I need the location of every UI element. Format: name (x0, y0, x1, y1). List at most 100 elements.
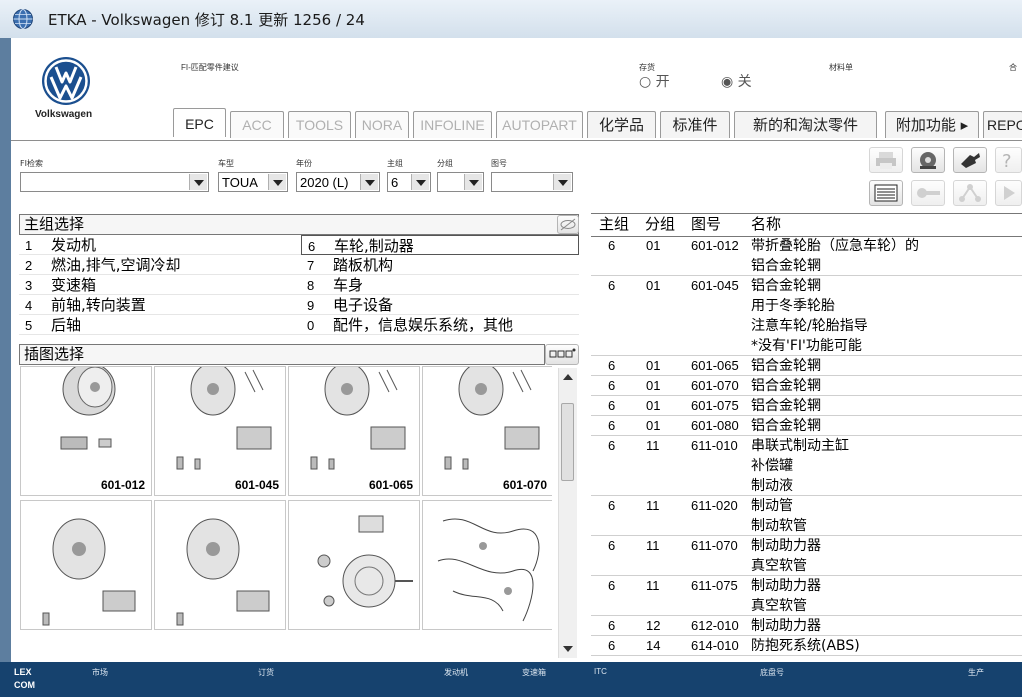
parts-row[interactable]: 6 14 614-010 防抱死系统(ABS) (591, 636, 1022, 656)
main-group-item-2[interactable]: 2 燃油,排气,空调冷却 (19, 255, 301, 275)
illustration-thumb-6[interactable] (154, 500, 286, 630)
illustration-thumb-601-045[interactable]: 601-045 (154, 366, 286, 496)
status-order: 订货 (258, 668, 274, 677)
thumbnail-view-button[interactable] (545, 344, 579, 365)
main-group-item-3[interactable]: 3 变速箱 (19, 275, 301, 295)
part-main-group: 6 (608, 398, 616, 413)
scroll-up-icon[interactable] (559, 370, 577, 384)
part-figure-number: 601-012 (691, 238, 739, 253)
tab-acc[interactable]: ACC (230, 111, 284, 138)
chevron-down-icon[interactable] (189, 174, 207, 190)
help-button[interactable]: ? (995, 147, 1022, 173)
parts-row[interactable]: 6 11 611-070 制动助力器 真空软管 (591, 536, 1022, 576)
chevron-down-icon[interactable] (411, 174, 429, 190)
tab-divider (11, 140, 1022, 141)
group-name: 电子设备 (333, 296, 394, 314)
list-button[interactable] (869, 180, 903, 206)
stock-radio-on[interactable]: ○ 开 (639, 71, 670, 91)
part-name-line: 补偿罐 (751, 458, 793, 474)
main-group-item-5[interactable]: 5 后轴 (19, 315, 301, 335)
year-combo[interactable]: 2020 (L) (296, 172, 380, 192)
figure-label: 图号 (491, 159, 507, 168)
part-name-line: *没有'FI'功能可能 (751, 338, 862, 354)
main-group-panel-header: 主组选择 (19, 214, 579, 235)
stock-radio-off[interactable]: ◉ 关 (721, 71, 752, 91)
help-icon: ? (1002, 151, 1012, 172)
tab-new-obsolete-parts[interactable]: 新的和淘汰零件 (734, 111, 877, 138)
parts-row[interactable]: 6 01 601-070 铝合金轮辋 (591, 376, 1022, 396)
col-main-group: 主组 (599, 215, 630, 233)
illustration-thumb-8[interactable] (422, 500, 552, 630)
illustration-thumb-7[interactable] (288, 500, 420, 630)
main-group-item-7[interactable]: 7 踏板机构 (301, 255, 579, 275)
chevron-down-icon[interactable] (553, 174, 571, 190)
part-main-group: 6 (608, 618, 616, 633)
tab-chemicals[interactable]: 化学品 (587, 111, 656, 138)
tab-repo[interactable]: REPO (983, 111, 1022, 138)
parts-row[interactable]: 6 11 611-075 制动助力器 真空软管 (591, 576, 1022, 616)
scroll-down-icon[interactable] (559, 642, 577, 656)
sub-group-combo[interactable] (437, 172, 484, 192)
main-group-item-6[interactable]: 6 车轮,制动器 (301, 235, 579, 255)
tab-epc[interactable]: EPC (173, 108, 226, 137)
network-button[interactable] (953, 180, 987, 206)
chevron-down-icon[interactable] (360, 174, 378, 190)
illustration-scrollbar[interactable] (558, 368, 577, 658)
tab-autopart[interactable]: AUTOPART (496, 111, 583, 138)
part-sub-group: 01 (646, 398, 661, 413)
main-group-item-1[interactable]: 1 发动机 (19, 235, 301, 255)
tab-standard-parts[interactable]: 标准件 (660, 111, 730, 138)
tab-nora[interactable]: NORA (355, 111, 409, 138)
parts-row[interactable]: 6 01 601-075 铝合金轮辋 (591, 396, 1022, 416)
parts-row[interactable]: 6 01 601-045 铝合金轮辋 用于冬季轮胎 注意车轮/轮胎指导 *没有'FI'功能可… (591, 276, 1022, 356)
tab-extra-functions[interactable]: 附加功能 ▸ (885, 111, 979, 138)
tab-tools[interactable]: TOOLS (288, 111, 351, 138)
scrollbar-thumb[interactable] (561, 403, 574, 481)
grid-view-icon (549, 348, 576, 358)
main-group-item-0[interactable]: 0 配件，信息娱乐系统，其他 (301, 315, 579, 335)
print-button[interactable] (869, 147, 903, 173)
parts-button[interactable] (953, 147, 987, 173)
model-combo[interactable]: TOUA (218, 172, 288, 192)
illustration-thumb-601-012[interactable]: 601-012 (20, 366, 152, 496)
illustration-thumb-5[interactable] (20, 500, 152, 630)
group-num: 2 (25, 258, 33, 273)
part-sub-group: 11 (646, 438, 660, 453)
parts-row[interactable]: 6 11 611-020 制动管 制动软管 (591, 496, 1022, 536)
main-group-combo[interactable]: 6 (387, 172, 431, 192)
parts-row[interactable]: 6 12 612-010 制动助力器 (591, 616, 1022, 636)
fi-search-label: FI检索 (20, 159, 43, 168)
status-gearbox: 变速箱 (522, 668, 546, 677)
main-group-item-8[interactable]: 8 车身 (301, 275, 579, 295)
parts-row[interactable]: 6 01 601-012 带折叠轮胎（应急车轮）的 铝合金轮辋 (591, 236, 1022, 276)
chevron-down-icon[interactable] (464, 174, 482, 190)
illustration-grid: 601-012 601-045 601-065 601-070 (19, 366, 552, 658)
figure-combo[interactable] (491, 172, 573, 192)
part-name-line: 防抱死系统(ABS) (751, 638, 860, 654)
illustration-thumb-601-065[interactable]: 601-065 (288, 366, 420, 496)
app-globe-icon (13, 9, 33, 29)
parts-row[interactable]: 6 01 601-065 铝合金轮辋 (591, 356, 1022, 376)
parts-row[interactable]: 6 01 601-080 铝合金轮辋 (591, 416, 1022, 436)
part-name-line: 铝合金轮辋 (751, 418, 821, 434)
disc-button[interactable] (911, 147, 945, 173)
fi-search-combo[interactable] (20, 172, 209, 192)
main-group-item-4[interactable]: 4 前轴,转向装置 (19, 295, 301, 315)
chevron-down-icon[interactable] (268, 174, 286, 190)
part-figure-number: 612-010 (691, 618, 739, 633)
part-main-group: 6 (608, 378, 616, 393)
model-value: TOUA (222, 175, 258, 190)
part-figure-number: 611-010 (691, 438, 738, 453)
wheel-drawing-icon (444, 367, 540, 470)
stock-radio-off-label: 关 (737, 74, 752, 90)
parts-row[interactable]: 6 11 611-010 串联式制动主缸 补偿罐 制动液 (591, 436, 1022, 496)
main-group-item-9[interactable]: 9 电子设备 (301, 295, 579, 315)
illustration-thumb-601-070[interactable]: 601-070 (422, 366, 552, 496)
hide-panel-button[interactable] (557, 215, 579, 234)
next-button[interactable] (995, 180, 1022, 206)
part-sub-group: 11 (646, 538, 660, 553)
group-name: 后轴 (51, 316, 82, 334)
printer-icon (876, 152, 896, 169)
tab-infoline[interactable]: INFOLINE (413, 111, 492, 138)
key-button[interactable] (911, 180, 945, 206)
